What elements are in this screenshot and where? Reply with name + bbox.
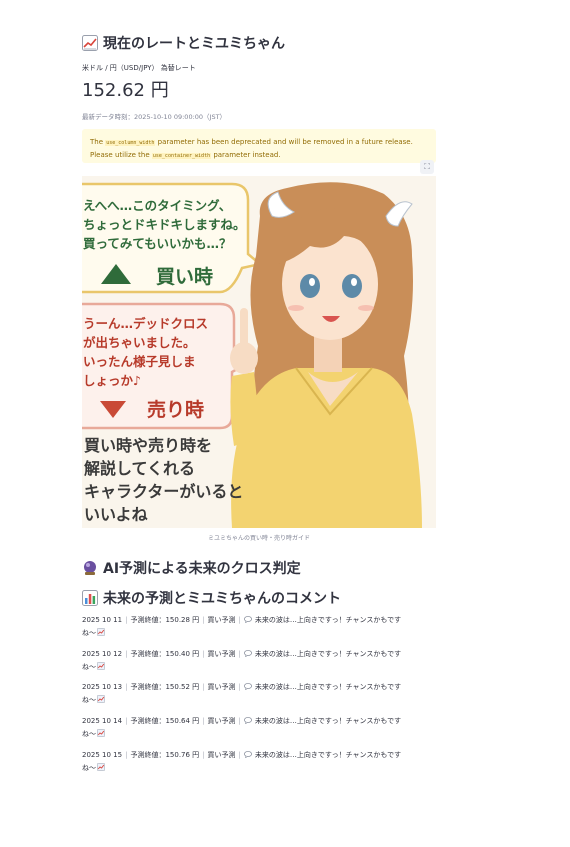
speech-bubble-icon	[243, 751, 252, 758]
prediction-row: 2025 10 15 | 予測終値：150.76 円 | 買い予測 | 未来の波は…上向きで…	[82, 751, 402, 772]
speech-bubble-icon	[243, 683, 252, 690]
fullscreen-button[interactable]: ⛶	[420, 160, 434, 174]
rate-label: 米ドル / 円（USD/JPY） 為替レート	[82, 64, 196, 72]
speech-bubble-icon	[243, 650, 252, 657]
chart-increasing-icon	[97, 695, 105, 703]
sell-label: 売り時	[147, 399, 205, 421]
chart-increasing-icon	[97, 763, 105, 771]
code-use-column-width: use_column_width	[105, 140, 156, 146]
prediction-row: 2025 10 12 | 予測終値：150.40 円 | 買い予測 | 未来の波は…上向きで…	[82, 650, 402, 671]
rate-value: 152.62 円	[82, 80, 169, 101]
page-title-text: 現在のレートとミユミちゃん	[103, 36, 285, 52]
image-caption: ミユミちゃんの買い時・売り時ガイド	[207, 535, 310, 542]
character-guide-image: えへへ…このタイミング、 ちょっとドキドキしますね。 買ってみてもいいかも…？ …	[82, 176, 436, 528]
future-heading: 未来の予測とミユミちゃんのコメント	[82, 588, 341, 608]
chart-increasing-icon	[97, 628, 105, 636]
deprecation-warning: The use_column_width parameter has been …	[82, 129, 436, 163]
speech-bubble-icon	[243, 717, 252, 724]
buy-label: 買い時	[156, 266, 214, 288]
data-timestamp: 最新データ時刻：2025-10-10 09:00:00（JST）	[82, 113, 227, 121]
guide-description: 買い時や売り時を 解説してくれる キャラクターがいると いいよね	[84, 436, 244, 524]
chart-increasing-icon	[82, 35, 98, 51]
code-use-container-width: use_container_width	[151, 153, 212, 159]
prediction-row: 2025 10 14 | 予測終値：150.64 円 | 買い予測 | 未来の波は…上向きで…	[82, 717, 402, 738]
sell-speech-bubble: うーん…デッドクロス が出ちゃいました。 いったん様子見しま しょっか♪	[83, 316, 209, 388]
chart-increasing-icon	[97, 662, 105, 670]
prediction-row: 2025 10 11 | 予測終値：150.28 円 | 買い予測 | 未来の波は…上向きで…	[82, 616, 402, 637]
crystal-ball-icon	[84, 561, 96, 575]
ai-cross-heading: AI予測による未来のクロス判定	[82, 558, 301, 578]
expand-icon: ⛶	[424, 162, 430, 171]
page-title: 現在のレートとミユミちゃん	[82, 33, 285, 53]
speech-bubble-icon	[243, 616, 252, 623]
chart-increasing-icon	[97, 729, 105, 737]
prediction-row: 2025 10 13 | 予測終値：150.52 円 | 買い予測 | 未来の波は…上向きで…	[82, 683, 402, 704]
buy-speech-bubble: えへへ…このタイミング、 ちょっとドキドキしますね。 買ってみてもいいかも…？	[83, 198, 246, 251]
bar-chart-icon	[82, 590, 98, 606]
